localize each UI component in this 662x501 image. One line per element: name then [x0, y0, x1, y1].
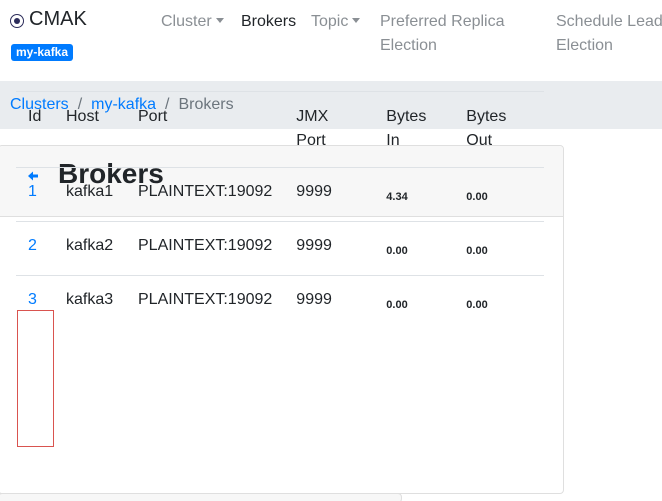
brokers-table-wrapper: Id Host Port JMX Port Bytes In Bytes Out 1 …: [16, 91, 544, 329]
broker-id-cell: 2: [16, 221, 54, 276]
broker-bytes-in: 0.00: [374, 221, 455, 276]
broker-host: kafka2: [54, 221, 126, 276]
caret-down-icon: [352, 18, 361, 23]
nav-topic-dropdown[interactable]: Topic: [311, 10, 361, 34]
table-row: 2 kafka2 PLAINTEXT:19092 9999 0.00 0.00: [16, 221, 544, 276]
column-header-bytes-out[interactable]: Bytes Out: [454, 91, 544, 168]
nav-schedule-leader-election[interactable]: Schedule Leade Election: [556, 10, 662, 58]
broker-jmx-port: 9999: [284, 275, 375, 329]
column-header-bytes-in[interactable]: Bytes In: [374, 91, 455, 168]
table-row: 1 kafka1 PLAINTEXT:19092 9999 4.34 0.00: [16, 167, 544, 222]
cluster-badge: my-kafka: [11, 44, 74, 61]
nav-topic-label: Topic: [311, 13, 349, 30]
broker-jmx-port: 9999: [284, 167, 375, 222]
broker-port: PLAINTEXT:19092: [126, 221, 285, 276]
broker-jmx-port: 9999: [284, 221, 375, 276]
brand-name: CMAK: [29, 8, 87, 30]
column-header-host[interactable]: Host: [54, 91, 126, 168]
target-icon: [10, 14, 24, 28]
nav-preferred-line2: Election: [380, 37, 437, 54]
broker-bytes-out: 0.00: [454, 167, 544, 222]
table-header-row: Id Host Port JMX Port Bytes In Bytes Out: [16, 91, 544, 168]
next-card-edge: [0, 493, 402, 501]
column-header-jmx-port[interactable]: JMX Port: [284, 91, 375, 168]
broker-host: kafka3: [54, 275, 126, 329]
broker-port: PLAINTEXT:19092: [126, 167, 285, 222]
table-row: 3 kafka3 PLAINTEXT:19092 9999 0.00 0.00: [16, 275, 544, 329]
broker-id-link[interactable]: 3: [28, 291, 37, 308]
column-header-port[interactable]: Port: [126, 91, 285, 168]
top-navbar: CMAK my-kafka Cluster Brokers Topic Pref…: [0, 0, 662, 80]
broker-id-cell: 3: [16, 275, 54, 329]
broker-bytes-out: 0.00: [454, 221, 544, 276]
brand-logo[interactable]: CMAK: [10, 8, 87, 31]
nav-cluster-label: Cluster: [161, 13, 212, 30]
broker-port: PLAINTEXT:19092: [126, 275, 285, 329]
nav-preferred-line1: Preferred Replica: [380, 13, 505, 30]
nav-schedule-line2: Election: [556, 37, 613, 54]
broker-id-link[interactable]: 1: [28, 183, 37, 200]
nav-preferred-replica-election[interactable]: Preferred Replica Election: [380, 10, 505, 58]
broker-id-cell: 1: [16, 167, 54, 222]
broker-host: kafka1: [54, 167, 126, 222]
broker-bytes-in: 4.34: [374, 167, 455, 222]
caret-down-icon: [215, 18, 224, 23]
column-header-id[interactable]: Id: [16, 91, 54, 168]
broker-id-link[interactable]: 2: [28, 237, 37, 254]
broker-bytes-in: 0.00: [374, 275, 455, 329]
nav-schedule-line1: Schedule Leade: [556, 13, 662, 30]
nav-brokers[interactable]: Brokers: [241, 10, 296, 34]
nav-brokers-label: Brokers: [241, 13, 297, 30]
brokers-table: Id Host Port JMX Port Bytes In Bytes Out 1 …: [16, 91, 544, 329]
broker-bytes-out: 0.00: [454, 275, 544, 329]
nav-cluster-dropdown[interactable]: Cluster: [161, 10, 224, 34]
